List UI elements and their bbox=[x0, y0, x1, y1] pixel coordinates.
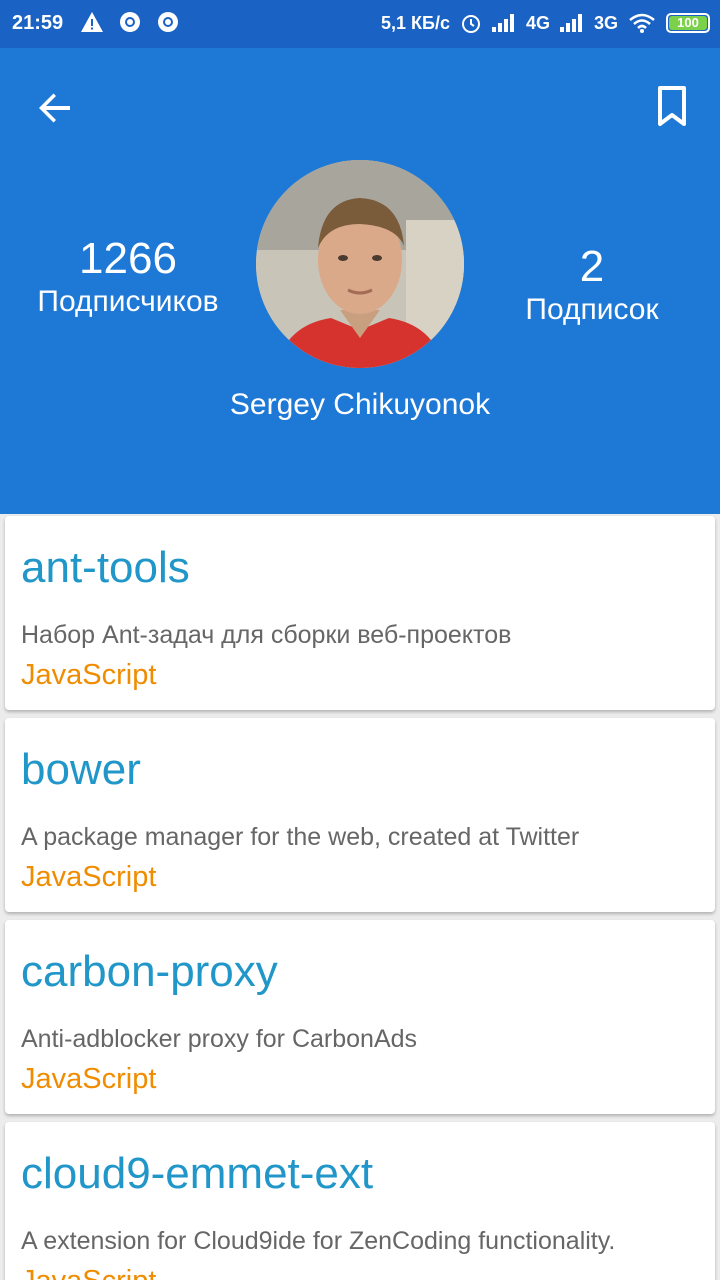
repo-card[interactable]: ant-tools Набор Ant-задач для сборки веб… bbox=[5, 516, 715, 710]
repo-card[interactable]: carbon-proxy Anti-adblocker proxy for Ca… bbox=[5, 920, 715, 1114]
repo-description: A extension for Cloud9ide for ZenCoding … bbox=[21, 1227, 616, 1255]
status-time: 21:59 bbox=[12, 12, 64, 34]
repo-description: A package manager for the web, created a… bbox=[21, 823, 580, 851]
signal-icon bbox=[559, 14, 584, 32]
battery-icon: 100 bbox=[666, 13, 710, 33]
arrow-back-icon bbox=[39, 93, 70, 123]
status-bar: 21:59 5,1 КБ/с 4G 3G 100 bbox=[0, 0, 720, 48]
repo-card[interactable]: bower A package manager for the web, cre… bbox=[5, 718, 715, 912]
circle-icon bbox=[120, 12, 140, 32]
alarm-icon bbox=[461, 15, 480, 33]
repo-card[interactable]: cloud9-emmet-ext A extension for Cloud9i… bbox=[5, 1122, 715, 1280]
repo-language: JavaScript bbox=[21, 861, 157, 893]
repo-title: cloud9-emmet-ext bbox=[21, 1149, 374, 1198]
wifi-icon bbox=[629, 13, 655, 33]
bookmark-icon bbox=[658, 86, 686, 126]
followers-label: Подписчиков bbox=[37, 285, 219, 318]
repo-description: Набор Ant-задач для сборки веб-проектов bbox=[21, 621, 512, 649]
net-speed: 5,1 КБ/с bbox=[381, 12, 450, 33]
back-button[interactable] bbox=[32, 84, 80, 132]
repo-title: ant-tools bbox=[21, 543, 190, 592]
warning-icon bbox=[81, 12, 103, 32]
avatar bbox=[256, 160, 464, 368]
repo-title: bower bbox=[21, 745, 141, 794]
followers-stat[interactable]: 1266 Подписчиков bbox=[20, 234, 236, 320]
followers-count: 1266 bbox=[79, 234, 177, 283]
battery-level: 100 bbox=[677, 15, 699, 30]
net-type-2: 3G bbox=[593, 12, 618, 33]
following-stat[interactable]: 2 Подписок bbox=[496, 242, 688, 328]
repo-language: JavaScript bbox=[21, 1264, 156, 1280]
repo-language: JavaScript bbox=[21, 1063, 157, 1095]
net-type-1: 4G bbox=[525, 12, 550, 33]
following-label: Подписок bbox=[525, 293, 659, 326]
bookmark-button[interactable] bbox=[648, 82, 696, 130]
avatar-photo bbox=[256, 160, 464, 368]
repo-language: JavaScript bbox=[21, 659, 157, 691]
following-count: 2 bbox=[579, 242, 605, 291]
repo-title: carbon-proxy bbox=[21, 947, 278, 996]
profile-header: 1266 Подписчиков 2 Подписок Sergey Chiku… bbox=[0, 48, 720, 514]
circle-icon bbox=[158, 12, 178, 32]
repo-description: Anti-adblocker proxy for CarbonAds bbox=[21, 1025, 418, 1053]
signal-icon bbox=[491, 14, 516, 32]
user-name: Sergey Chikuyonok bbox=[229, 388, 491, 421]
